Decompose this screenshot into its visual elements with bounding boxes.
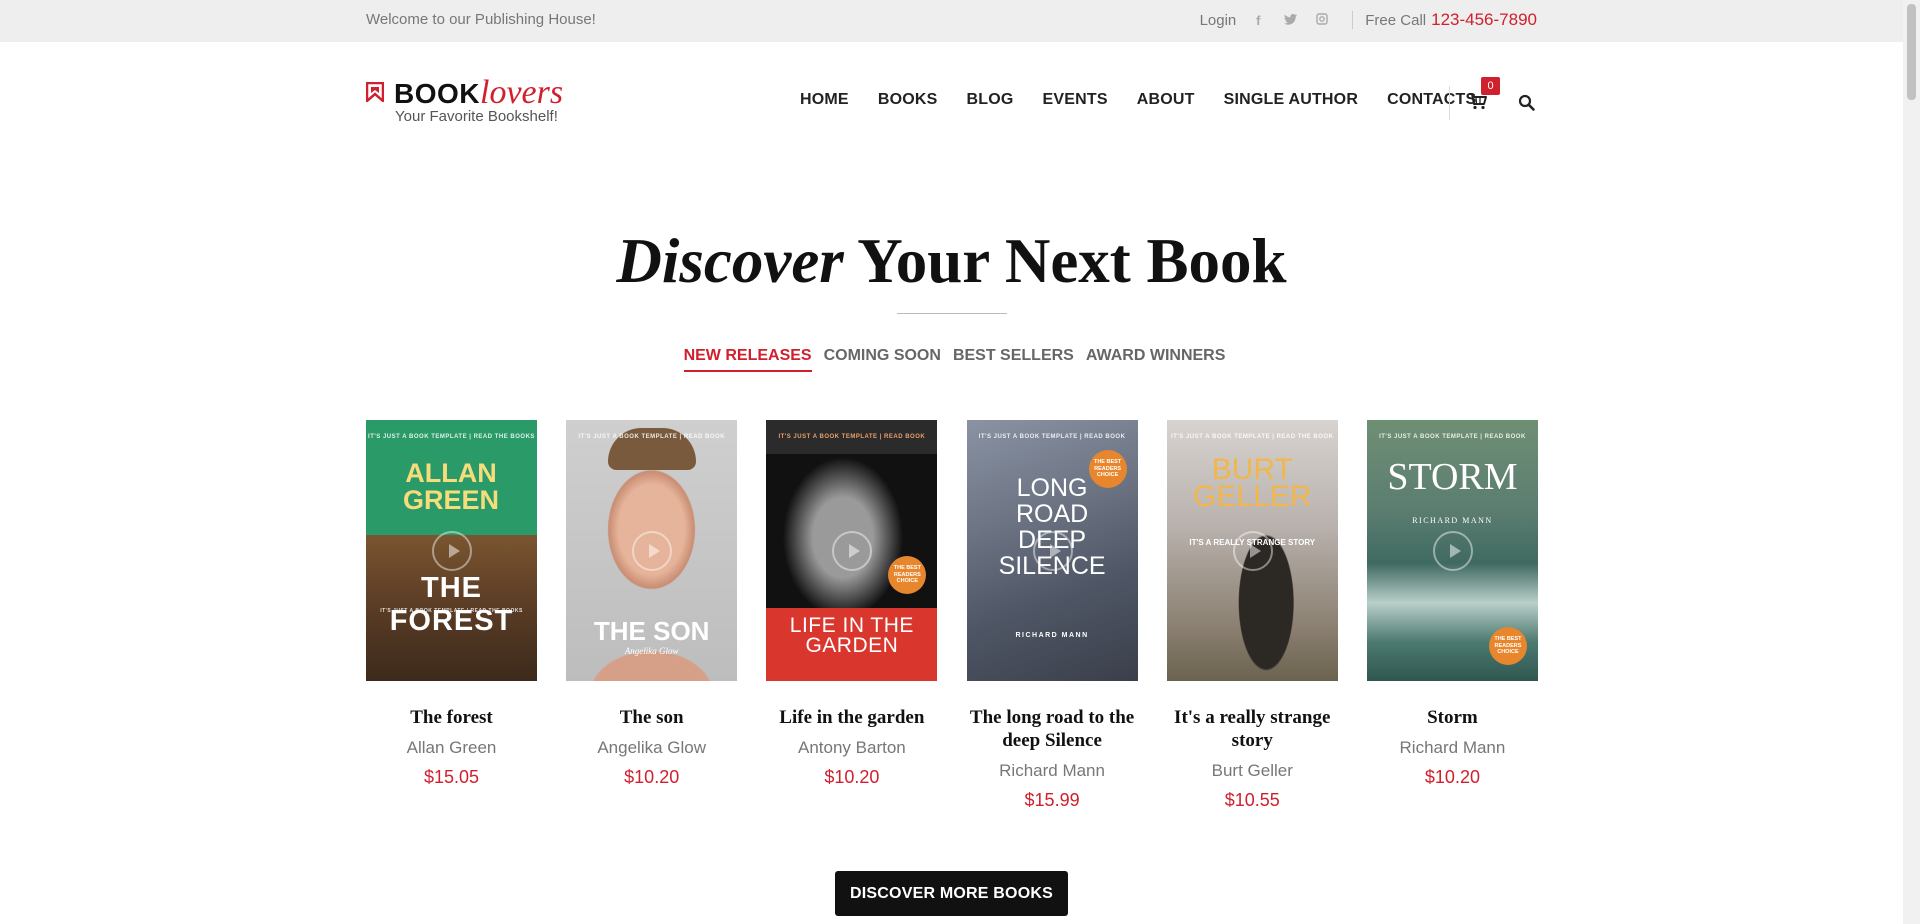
play-icon <box>1432 531 1473 571</box>
cover-top-line: IT'S JUST A BOOK TEMPLATE | READ THE BOO… <box>1171 434 1334 440</box>
nav-about[interactable]: ABOUT <box>1137 91 1195 109</box>
book-title[interactable]: The long road to the deep Silence <box>967 706 1138 752</box>
tab-award-winners[interactable]: AWARD WINNERS <box>1086 347 1226 372</box>
main-nav: HOME BOOKS BLOG EVENTS ABOUT SINGLE AUTH… <box>800 91 1505 109</box>
tab-coming-soon[interactable]: COMING SOON <box>824 347 941 372</box>
play-icon <box>432 531 472 571</box>
nav-books[interactable]: BOOKS <box>878 91 938 109</box>
cover-title-text: STORM <box>1387 456 1518 498</box>
book-card: IT'S JUST A BOOK TEMPLATE | READ BOOK LO… <box>966 420 1138 811</box>
play-icon <box>1232 531 1273 571</box>
book-card: IT'S JUST A BOOK TEMPLATE | READ BOOK TH… <box>566 420 738 811</box>
hero-divider <box>897 313 1007 314</box>
book-cover[interactable]: IT'S JUST A BOOK TEMPLATE | READ THE BOO… <box>366 420 537 681</box>
book-title[interactable]: It's a really strange story <box>1167 706 1338 752</box>
book-title[interactable]: The forest <box>366 706 537 729</box>
book-title[interactable]: Storm <box>1367 706 1538 729</box>
cover-author-text: BURT GELLER <box>1193 453 1312 513</box>
nav-blog[interactable]: BLOG <box>966 91 1013 109</box>
social-links: f <box>1250 13 1330 28</box>
cover-author-text: RICHARD MANN <box>1412 516 1493 525</box>
cover-title-text: THE SON <box>593 616 710 646</box>
book-author[interactable]: Richard Mann <box>967 761 1138 781</box>
readers-choice-seal: THE BEST READERS CHOICE <box>1088 450 1127 488</box>
book-card: IT'S JUST A BOOK TEMPLATE | READ THE BOO… <box>366 420 537 811</box>
logo-text: BOOKlovers <box>394 74 563 112</box>
cover-author-text: RICHARD MANN <box>1015 632 1089 639</box>
cover-title-text: THE FOREST <box>389 572 514 637</box>
book-title[interactable]: Life in the garden <box>766 706 937 729</box>
book-author[interactable]: Richard Mann <box>1367 738 1538 758</box>
top-bar: Welcome to our Publishing House! Login f… <box>0 0 1903 42</box>
nav-home[interactable]: HOME <box>800 91 849 109</box>
logo-bold-text: BOOK <box>394 78 480 109</box>
cart-count-badge: 0 <box>1481 77 1500 95</box>
book-author[interactable]: Angelika Glow <box>566 738 737 758</box>
book-tabs: NEW RELEASES COMING SOON BEST SELLERS AW… <box>0 347 1903 372</box>
readers-choice-seal: THE BEST READERS CHOICE <box>888 556 927 594</box>
hero-title-rest: Your Next Book <box>843 226 1287 296</box>
book-price: $15.05 <box>423 767 480 787</box>
discover-more-books-button[interactable]: DISCOVER MORE BOOKS <box>835 871 1068 916</box>
book-price: $10.20 <box>824 767 880 787</box>
book-cover[interactable]: IT'S JUST A BOOK TEMPLATE | READ BOOK LI… <box>766 420 938 681</box>
top-bar-divider <box>1352 11 1354 29</box>
login-link[interactable]: Login <box>1200 12 1237 29</box>
hero-title: Discover Your Next Book <box>0 225 1903 298</box>
facebook-icon[interactable]: f <box>1250 13 1266 28</box>
tab-best-sellers[interactable]: BEST SELLERS <box>953 347 1074 372</box>
instagram-icon[interactable] <box>1314 12 1330 28</box>
book-author[interactable]: Antony Barton <box>766 738 937 758</box>
play-icon <box>1032 531 1073 571</box>
twitter-icon[interactable] <box>1282 13 1298 28</box>
top-bar-right: Login f Free Call 123-456-7890 <box>1200 9 1537 31</box>
book-price: $15.99 <box>1024 790 1080 810</box>
book-author[interactable]: Allan Green <box>366 738 537 758</box>
cover-sub-text: IT'S JUST A BOOK TEMPLATE | READ THE BOO… <box>380 608 523 614</box>
book-grid: IT'S JUST A BOOK TEMPLATE | READ THE BOO… <box>366 420 1538 811</box>
hero-title-italic: Discover <box>616 226 844 296</box>
play-icon <box>832 531 873 571</box>
cover-top-line: IT'S JUST A BOOK TEMPLATE | READ BOOK <box>978 434 1126 440</box>
cover-top-line: IT'S JUST A BOOK TEMPLATE | READ BOOK <box>1379 434 1526 440</box>
book-price: $10.55 <box>1224 790 1280 810</box>
search-icon[interactable] <box>1518 94 1536 112</box>
book-cover[interactable]: IT'S JUST A BOOK TEMPLATE | READ BOOK LO… <box>966 420 1138 681</box>
book-card: IT'S JUST A BOOK TEMPLATE | READ BOOK LI… <box>766 420 938 811</box>
readers-choice-seal: THE BEST READERS CHOICE <box>1488 627 1527 665</box>
cover-top-line: IT'S JUST A BOOK TEMPLATE | READ BOOK <box>578 434 726 440</box>
nav-events[interactable]: EVENTS <box>1043 91 1108 109</box>
cover-author-text: Angelika Glow <box>624 646 679 656</box>
tab-new-releases[interactable]: NEW RELEASES <box>683 347 812 372</box>
logo-italic-text: lovers <box>480 74 564 111</box>
page-scrollbar[interactable] <box>1903 0 1920 924</box>
book-price: $10.20 <box>624 767 680 787</box>
nav-contacts[interactable]: CONTACTS <box>1387 91 1476 109</box>
book-title[interactable]: The son <box>566 706 737 729</box>
book-cover[interactable]: IT'S JUST A BOOK TEMPLATE | READ BOOK TH… <box>566 420 738 681</box>
logo-tagline: Your Favorite Bookshelf! <box>395 108 558 125</box>
bookmark-logo-icon <box>366 82 384 102</box>
cover-top-line: IT'S JUST A BOOK TEMPLATE | READ BOOK <box>778 434 926 440</box>
nav-single-author[interactable]: SINGLE AUTHOR <box>1224 91 1358 109</box>
cover-top-line: IT'S JUST A BOOK TEMPLATE | READ THE BOO… <box>368 434 535 440</box>
cover-author-text: ALLAN GREEN <box>402 458 500 515</box>
book-price: $10.20 <box>1424 767 1480 787</box>
phone-number[interactable]: 123-456-7890 <box>1431 10 1537 30</box>
nav-divider <box>1449 86 1450 120</box>
book-cover[interactable]: IT'S JUST A BOOK TEMPLATE | READ THE BOO… <box>1166 420 1338 681</box>
book-card: IT'S JUST A BOOK TEMPLATE | READ BOOK ST… <box>1366 420 1538 811</box>
free-call-label: Free Call <box>1365 11 1427 29</box>
book-cover[interactable]: IT'S JUST A BOOK TEMPLATE | READ BOOK ST… <box>1366 420 1538 681</box>
book-card: IT'S JUST A BOOK TEMPLATE | READ THE BOO… <box>1166 420 1338 811</box>
play-icon <box>632 531 673 571</box>
cover-title-text: LIFE IN THE GARDEN <box>789 614 914 657</box>
welcome-text: Welcome to our Publishing House! <box>366 11 596 28</box>
scrollbar-thumb[interactable] <box>1907 4 1916 100</box>
book-author[interactable]: Burt Geller <box>1167 761 1338 781</box>
